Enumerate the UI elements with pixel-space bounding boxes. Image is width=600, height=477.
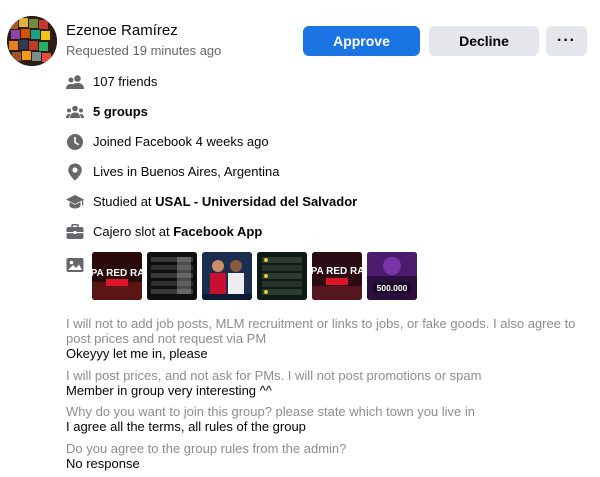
photo-caption: COPA RED RAKE bbox=[92, 268, 142, 279]
groups-count-text[interactable]: 5 groups bbox=[93, 104, 148, 119]
question-answer-4: Do you agree to the group rules from the… bbox=[66, 441, 590, 471]
approve-button[interactable]: Approve bbox=[303, 26, 420, 56]
question-answer-1: I will not to add job posts, MLM recruit… bbox=[66, 316, 590, 361]
location-pin-icon bbox=[66, 163, 84, 181]
lives-place-link[interactable]: Buenos Aires, Argentina bbox=[141, 164, 280, 179]
info-work: Cajero slot at Facebook App bbox=[66, 222, 262, 242]
question-answer-2: I will post prices, and not ask for PMs.… bbox=[66, 368, 590, 398]
friends-icon bbox=[66, 73, 84, 91]
answer-text: No response bbox=[66, 456, 140, 471]
info-photos-icon-row bbox=[66, 255, 84, 275]
answer-text: Okeyyy let me in, please bbox=[66, 346, 208, 361]
avatar[interactable] bbox=[7, 16, 57, 66]
question-text: Why do you want to join this group? plea… bbox=[66, 404, 476, 419]
studied-prefix: Studied at bbox=[93, 194, 156, 209]
question-text: I will post prices, and not ask for PMs.… bbox=[66, 368, 482, 383]
studied-place-link[interactable]: USAL - Universidad del Salvador bbox=[155, 194, 357, 209]
answer-text: I agree all the terms, all rules of the … bbox=[66, 419, 306, 434]
photo-icon bbox=[66, 256, 84, 274]
answer-text: Member in group very interesting ^^ bbox=[66, 383, 272, 398]
info-lives: Lives in Buenos Aires, Argentina bbox=[66, 162, 279, 182]
photo-thumbnail[interactable] bbox=[257, 252, 307, 300]
clock-icon bbox=[66, 133, 84, 151]
photo-thumbnail[interactable] bbox=[147, 252, 197, 300]
work-text: Cajero slot at Facebook App bbox=[93, 224, 262, 239]
studied-text: Studied at USAL - Universidad del Salvad… bbox=[93, 194, 357, 209]
question-text: I will not to add job posts, MLM recruit… bbox=[66, 316, 576, 346]
groups-count[interactable]: 5 groups bbox=[93, 104, 148, 119]
photo-thumbnail[interactable]: COPA RED RAKE bbox=[92, 252, 142, 300]
info-studied: Studied at USAL - Universidad del Salvad… bbox=[66, 192, 357, 212]
photo-caption: COPA RED RAKE bbox=[312, 266, 362, 277]
question-answer-3: Why do you want to join this group? plea… bbox=[66, 404, 590, 434]
graduation-cap-icon bbox=[66, 193, 84, 211]
joined-text: Joined Facebook 4 weeks ago bbox=[93, 134, 269, 149]
photo-caption: 500.000 bbox=[377, 283, 408, 293]
request-time: Requested 19 minutes ago bbox=[66, 43, 222, 58]
info-friends: 107 friends bbox=[66, 72, 157, 92]
friends-count[interactable]: 107 friends bbox=[93, 74, 157, 89]
recent-photos: COPA RED RAKE bbox=[92, 252, 417, 300]
more-options-button[interactable]: ··· bbox=[546, 26, 587, 56]
requester-name[interactable]: Ezenoe Ramírez bbox=[66, 22, 178, 39]
question-text: Do you agree to the group rules from the… bbox=[66, 441, 347, 456]
groups-icon bbox=[66, 103, 84, 121]
info-groups: 5 groups bbox=[66, 102, 148, 122]
member-request-card: Ezenoe Ramírez Requested 19 minutes ago … bbox=[0, 0, 600, 477]
lives-text: Lives in Buenos Aires, Argentina bbox=[93, 164, 279, 179]
briefcase-icon bbox=[66, 223, 84, 241]
work-prefix: Cajero slot at bbox=[93, 224, 174, 239]
work-place-link[interactable]: Facebook App bbox=[173, 224, 262, 239]
photo-thumbnail[interactable]: 500.000 bbox=[367, 252, 417, 300]
decline-button[interactable]: Decline bbox=[429, 26, 539, 56]
photo-thumbnail[interactable]: COPA RED RAKE bbox=[312, 252, 362, 300]
photo-thumbnail[interactable] bbox=[202, 252, 252, 300]
info-joined: Joined Facebook 4 weeks ago bbox=[66, 132, 269, 152]
avatar-mosaic bbox=[7, 16, 57, 66]
lives-prefix: Lives in bbox=[93, 164, 141, 179]
